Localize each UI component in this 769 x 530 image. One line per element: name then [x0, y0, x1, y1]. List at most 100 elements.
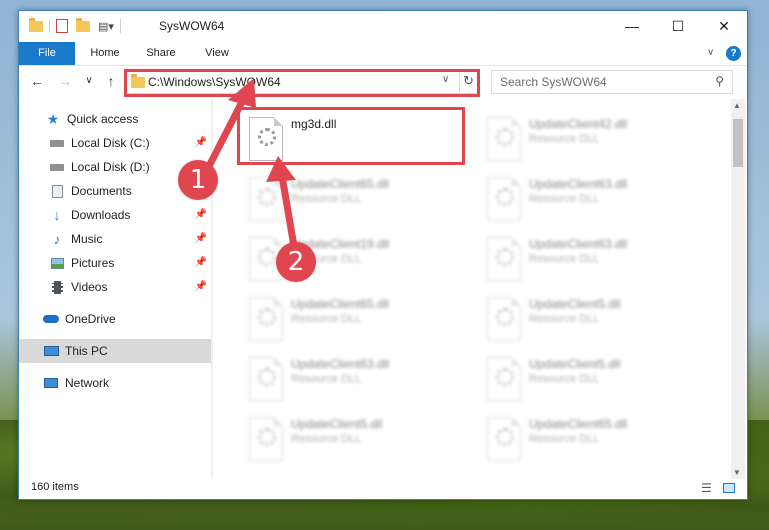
scrollbar-thumb[interactable]: [733, 119, 743, 167]
step-1-marker: 1: [178, 160, 218, 200]
sidebar-item-network[interactable]: Network: [19, 371, 213, 395]
dll-file-icon: [487, 357, 521, 401]
file-item[interactable]: UpdateClient42.dll Resource DLL: [479, 113, 709, 165]
close-button[interactable]: ✕: [701, 11, 747, 41]
file-explorer-window: ▤▾ SysWOW64 — ☐ ✕ File Home Share View ∨…: [18, 10, 748, 500]
pin-icon[interactable]: 📌: [195, 233, 207, 244]
pane-splitter[interactable]: [211, 99, 213, 479]
file-name: UpdateClient65.dll: [529, 417, 628, 431]
sidebar-item-music[interactable]: ♪ Music 📌: [19, 227, 213, 251]
scroll-up-icon[interactable]: ▲: [733, 101, 741, 110]
forward-button[interactable]: →: [55, 71, 75, 91]
address-highlight: [124, 69, 480, 97]
file-item[interactable]: UpdateClient63.dll Resource DLL: [479, 173, 709, 225]
file-item[interactable]: UpdateClient5.dll Resource DLL: [479, 353, 709, 405]
gear-icon: [258, 428, 276, 446]
download-icon: ↓: [53, 207, 61, 223]
back-button[interactable]: ←: [27, 71, 47, 91]
file-type: Resource DLL: [529, 133, 600, 145]
scroll-down-icon[interactable]: ▼: [733, 468, 741, 477]
file-name: UpdateClient63.dll: [529, 177, 628, 191]
videos-icon: [49, 280, 65, 294]
pc-icon: [43, 344, 59, 358]
sidebar-item-label: Pictures: [71, 256, 115, 270]
sidebar-item-downloads[interactable]: ↓ Downloads 📌: [19, 203, 213, 227]
pin-icon[interactable]: 📌: [195, 257, 207, 268]
gear-icon: [496, 248, 514, 266]
file-type: Resource DLL: [529, 373, 600, 385]
music-icon: ♪: [53, 231, 61, 247]
tab-view[interactable]: View: [193, 42, 241, 65]
divider: [119, 19, 121, 33]
dll-file-icon: [487, 237, 521, 281]
divider: [49, 19, 50, 33]
properties-icon[interactable]: [56, 19, 68, 33]
up-button[interactable]: ↑: [101, 71, 121, 91]
sidebar-item-label: Music: [71, 232, 103, 246]
gear-icon: [496, 308, 514, 326]
file-item[interactable]: UpdateClient63.dll Resource DLL: [479, 233, 709, 285]
file-item[interactable]: UpdateClient5.dll Resource DLL: [479, 293, 709, 345]
gear-icon: [496, 128, 514, 146]
cloud-icon: [43, 312, 59, 326]
search-box[interactable]: Search SysWOW64 ⚲: [491, 70, 733, 94]
minimize-button[interactable]: —: [609, 11, 655, 41]
file-item[interactable]: UpdateClient63.dll Resource DLL: [241, 353, 471, 405]
documents-icon: [49, 184, 65, 198]
network-icon: [43, 376, 59, 390]
file-type: Resource DLL: [529, 193, 600, 205]
file-type: Resource DLL: [291, 373, 362, 385]
sidebar-item-pictures[interactable]: Pictures 📌: [19, 251, 213, 275]
vertical-scrollbar[interactable]: ▲ ▼: [731, 99, 745, 479]
file-item[interactable]: UpdateClient65.dll Resource DLL: [241, 173, 471, 225]
tab-share[interactable]: Share: [137, 42, 185, 65]
file-item[interactable]: UpdateClient65.dll Resource DLL: [479, 413, 709, 465]
item-count: 160 items: [31, 481, 79, 493]
customize-icon[interactable]: ▤▾: [98, 20, 114, 33]
title-bar: ▤▾ SysWOW64 — ☐ ✕: [19, 11, 747, 42]
search-input[interactable]: Search SysWOW64: [500, 75, 607, 89]
file-type: Resource DLL: [291, 433, 362, 445]
sidebar-item-label: Local Disk (D:): [71, 160, 150, 174]
folder-icon: [29, 17, 43, 32]
dll-file-icon: [249, 357, 283, 401]
sidebar-item-onedrive[interactable]: OneDrive: [19, 307, 213, 331]
dll-file-icon: [249, 417, 283, 461]
sidebar-item-this-pc[interactable]: This PC: [19, 339, 213, 363]
large-icons-view-icon[interactable]: [723, 483, 735, 493]
sidebar-item-label: Local Disk (C:): [71, 136, 150, 150]
pin-icon[interactable]: 📌: [195, 281, 207, 292]
pin-icon[interactable]: 📌: [195, 137, 207, 148]
sidebar-item-videos[interactable]: Videos 📌: [19, 275, 213, 299]
step-2-marker: 2: [276, 242, 316, 282]
gear-icon: [496, 428, 514, 446]
help-button[interactable]: ?: [726, 46, 741, 61]
details-view-icon[interactable]: ☰: [701, 481, 712, 495]
new-folder-icon[interactable]: [76, 17, 90, 32]
file-name: UpdateClient5.dll: [529, 357, 621, 371]
file-item[interactable]: UpdateClient65.dll Resource DLL: [241, 293, 471, 345]
sidebar-item-local-disk-c[interactable]: Local Disk (C:) 📌: [19, 131, 213, 155]
pin-icon[interactable]: 📌: [195, 209, 207, 220]
gear-icon: [258, 188, 276, 206]
sidebar-item-label: Videos: [71, 280, 108, 294]
sidebar-item-label: Quick access: [67, 112, 139, 126]
expand-ribbon-icon[interactable]: ∨: [707, 47, 714, 58]
dll-file-icon: [487, 177, 521, 221]
tab-file[interactable]: File: [19, 42, 75, 65]
pictures-icon: [49, 256, 65, 270]
status-bar: 160 items ☰: [19, 479, 747, 499]
dll-file-icon: [487, 117, 521, 161]
drive-icon: [49, 160, 65, 174]
file-name: UpdateClient63.dll: [291, 357, 390, 371]
file-item[interactable]: UpdateClient5.dll Resource DLL: [241, 413, 471, 465]
sidebar-item-label: Downloads: [71, 208, 131, 222]
dll-file-icon: [249, 177, 283, 221]
file-name: UpdateClient65.dll: [291, 177, 390, 191]
recent-locations-button[interactable]: ∨: [79, 71, 99, 91]
drive-icon: [49, 136, 65, 150]
sidebar-item-quick-access[interactable]: ★ Quick access: [19, 107, 213, 131]
tab-home[interactable]: Home: [81, 42, 129, 65]
maximize-button[interactable]: ☐: [655, 11, 701, 41]
gear-icon: [496, 368, 514, 386]
